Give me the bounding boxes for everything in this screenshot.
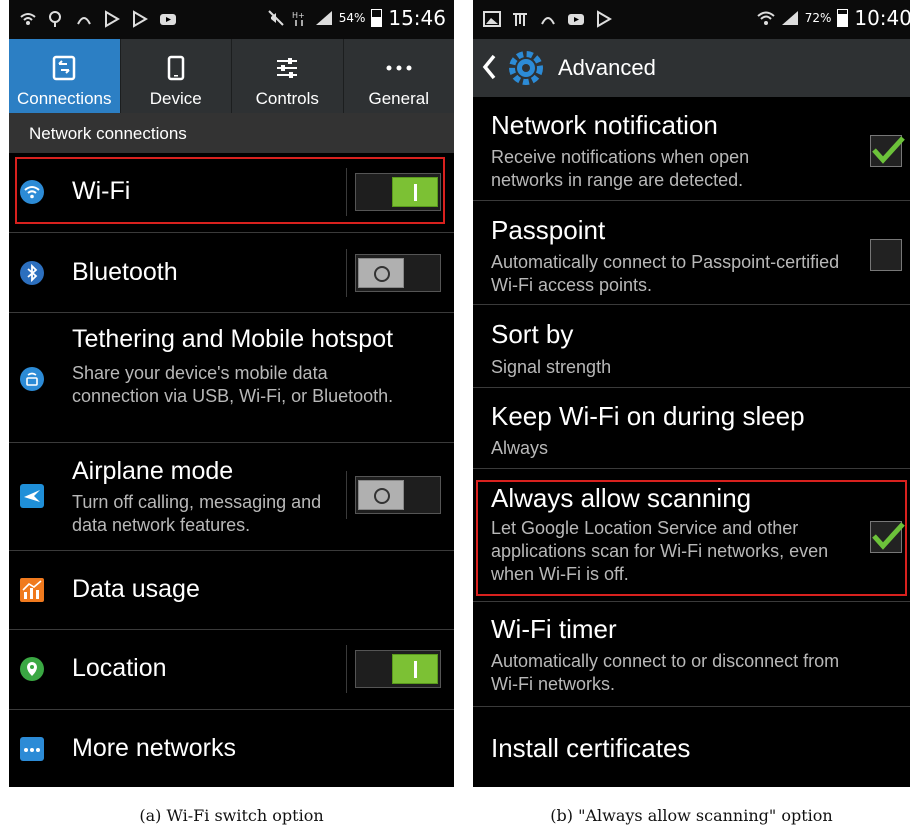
row-title: Wi-Fi [72, 177, 131, 205]
setting-row-always-allow-scanning[interactable]: Always allow scanning Let Google Locatio… [473, 469, 910, 602]
section-header: Network connections [9, 113, 454, 153]
row-title: More networks [72, 734, 236, 762]
network-notification-checkbox[interactable] [870, 135, 905, 167]
setting-row-keep-wifi-on[interactable]: Keep Wi-Fi on during sleep Always [473, 388, 910, 469]
bluetooth-toggle[interactable] [346, 249, 441, 297]
row-title: Data usage [72, 575, 200, 603]
tab-connections[interactable]: Connections [9, 39, 121, 113]
play-store-icon [133, 10, 148, 28]
play-store-icon [105, 10, 120, 28]
tab-label: Connections [16, 89, 112, 108]
location-status-icon [49, 11, 61, 27]
row-subtitle: Always [491, 438, 549, 458]
row-subtitle: Let Google Location Service and other ap… [491, 518, 829, 584]
row-title: Always allow scanning [491, 483, 752, 513]
row-subtitle: Share your device's mobile data connecti… [72, 363, 394, 406]
row-subtitle: Automatically connect to Passpoint-certi… [491, 252, 840, 295]
more-networks-icon [20, 737, 44, 761]
row-title: Sort by [491, 319, 574, 349]
back-chevron-icon[interactable] [481, 53, 497, 81]
action-bar: Advanced [473, 39, 910, 97]
row-subtitle: Automatically connect to or disconnect f… [491, 651, 840, 694]
always-allow-scanning-checkbox[interactable] [870, 521, 905, 553]
setting-row-more-networks[interactable]: More networks [9, 710, 454, 787]
setting-row-wifi[interactable]: Wi-Fi [9, 153, 454, 233]
tab-label: General [368, 89, 429, 108]
hotspot-icon [20, 367, 44, 391]
wifi-status-icon [757, 11, 775, 25]
row-title: Tethering and Mobile hotspot [72, 325, 394, 353]
row-subtitle: Signal strength [491, 357, 612, 377]
status-time: 10:40 [854, 6, 910, 30]
passpoint-checkbox[interactable] [870, 239, 902, 271]
youtube-icon [160, 14, 176, 25]
gear-icon [509, 51, 543, 85]
row-title: Wi-Fi timer [491, 614, 617, 644]
wifi-calling-icon [20, 13, 36, 25]
tab-device[interactable]: Device [121, 39, 232, 113]
location-icon [20, 657, 44, 681]
bluetooth-icon [20, 261, 44, 285]
row-title: Location [72, 654, 167, 682]
setting-row-install-certificates[interactable]: Install certificates [473, 707, 910, 787]
row-title: Bluetooth [72, 258, 178, 286]
battery-percent: 54% [338, 11, 366, 25]
setting-row-airplane[interactable]: Airplane mode Turn off calling, messagin… [9, 443, 454, 551]
tab-label: Controls [255, 89, 319, 108]
status-time: 15:46 [388, 6, 446, 30]
row-subtitle: Receive notifications when open networks… [491, 147, 750, 190]
more-dots-icon [386, 65, 412, 71]
checkmark-icon [872, 522, 905, 550]
connections-icon [53, 55, 76, 81]
setting-row-location[interactable]: Location [9, 630, 454, 710]
row-title: Keep Wi-Fi on during sleep [491, 401, 805, 431]
tab-controls[interactable]: Controls [232, 39, 344, 113]
device-icon [167, 55, 184, 81]
mute-icon [267, 10, 284, 26]
airplane-icon [20, 484, 44, 508]
app-notification-icon [513, 13, 527, 26]
data-usage-icon [20, 578, 44, 602]
nfc-icon [77, 17, 91, 25]
setting-row-tethering[interactable]: Tethering and Mobile hotspot Share your … [9, 313, 454, 443]
wifi-toggle[interactable] [346, 168, 441, 216]
youtube-icon [568, 14, 584, 25]
tab-general[interactable]: General [344, 39, 455, 113]
play-store-icon [597, 10, 612, 28]
checkmark-icon [872, 136, 905, 164]
setting-row-wifi-timer[interactable]: Wi-Fi timer Automatically connect to or … [473, 602, 910, 707]
row-title: Install certificates [491, 733, 691, 763]
phone-screen-a: H+ 54% 15:46 Connections Device Controls… [9, 0, 454, 787]
phone-screen-b: 72% 10:40 Advanced Network notification … [473, 0, 910, 787]
signal-icon [315, 11, 332, 25]
gallery-icon [483, 11, 501, 27]
settings-tab-bar: Connections Device Controls General [9, 39, 454, 113]
setting-row-network-notification[interactable]: Network notification Receive notificatio… [473, 97, 910, 201]
setting-row-data-usage[interactable]: Data usage [9, 551, 454, 630]
status-bar: H+ 54% 15:46 [9, 0, 454, 39]
location-toggle[interactable] [346, 645, 441, 693]
status-bar: 72% 10:40 [473, 0, 910, 39]
nfc-icon [541, 17, 555, 25]
row-title: Network notification [491, 110, 718, 140]
row-subtitle: Turn off calling, messaging and data net… [72, 492, 322, 535]
setting-row-passpoint[interactable]: Passpoint Automatically connect to Passp… [473, 201, 910, 305]
signal-icon [781, 11, 798, 25]
controls-icon [277, 58, 298, 78]
battery-icon [371, 9, 383, 27]
caption-a: (a) Wi-Fi switch option [139, 806, 324, 825]
setting-row-bluetooth[interactable]: Bluetooth [9, 233, 454, 313]
page-title: Advanced [558, 55, 656, 80]
battery-percent: 72% [804, 11, 832, 25]
tab-label: Device [149, 89, 202, 108]
row-title: Airplane mode [72, 457, 234, 485]
row-title: Passpoint [491, 215, 606, 245]
wifi-icon [20, 180, 44, 204]
setting-row-sort-by[interactable]: Sort by Signal strength [473, 305, 910, 388]
caption-b: (b) "Always allow scanning" option [550, 806, 833, 825]
svg-text:H+: H+ [292, 11, 305, 20]
data-hplus-icon: H+ [292, 11, 305, 26]
airplane-toggle[interactable] [346, 471, 441, 519]
battery-icon [837, 9, 849, 27]
